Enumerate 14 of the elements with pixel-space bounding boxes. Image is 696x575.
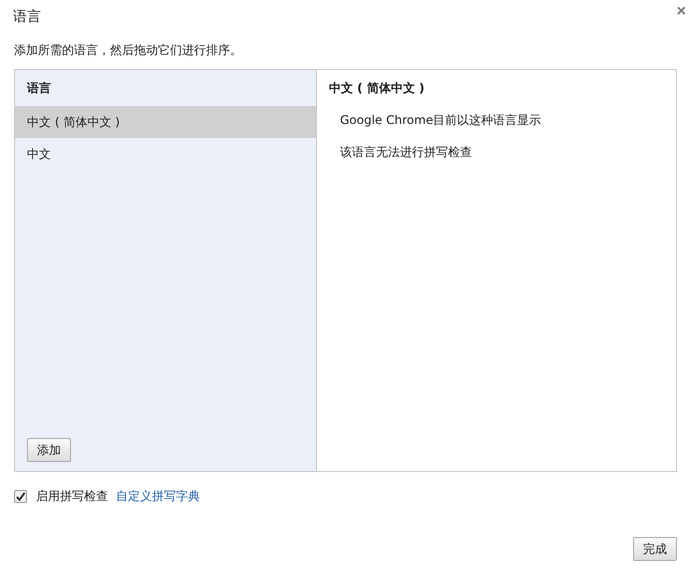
details-text: Google Chrome目前以这种语言显示 [339, 112, 542, 129]
window-title: 语言 [13, 8, 41, 26]
spellcheck-label: 启用拼写检查 [36, 488, 108, 505]
instruction-text: 添加所需的语言，然后拖动它们进行排序。 [14, 42, 243, 59]
language-item[interactable]: 中文 ( 简体中文 ) [15, 106, 316, 138]
details-text: 该语言无法进行拼写检查 [339, 144, 473, 161]
add-button[interactable]: 添加 [27, 438, 71, 462]
close-button[interactable]: × [676, 4, 686, 20]
done-button[interactable]: 完成 [633, 537, 677, 561]
list-header: 语言 [26, 80, 52, 97]
language-item[interactable]: 中文 [15, 138, 316, 170]
custom-dictionary-link[interactable]: 自定义拼写字典 [116, 488, 200, 505]
details-title: 中文 ( 简体中文 ) [328, 80, 426, 97]
spellcheck-checkbox[interactable] [14, 490, 27, 503]
